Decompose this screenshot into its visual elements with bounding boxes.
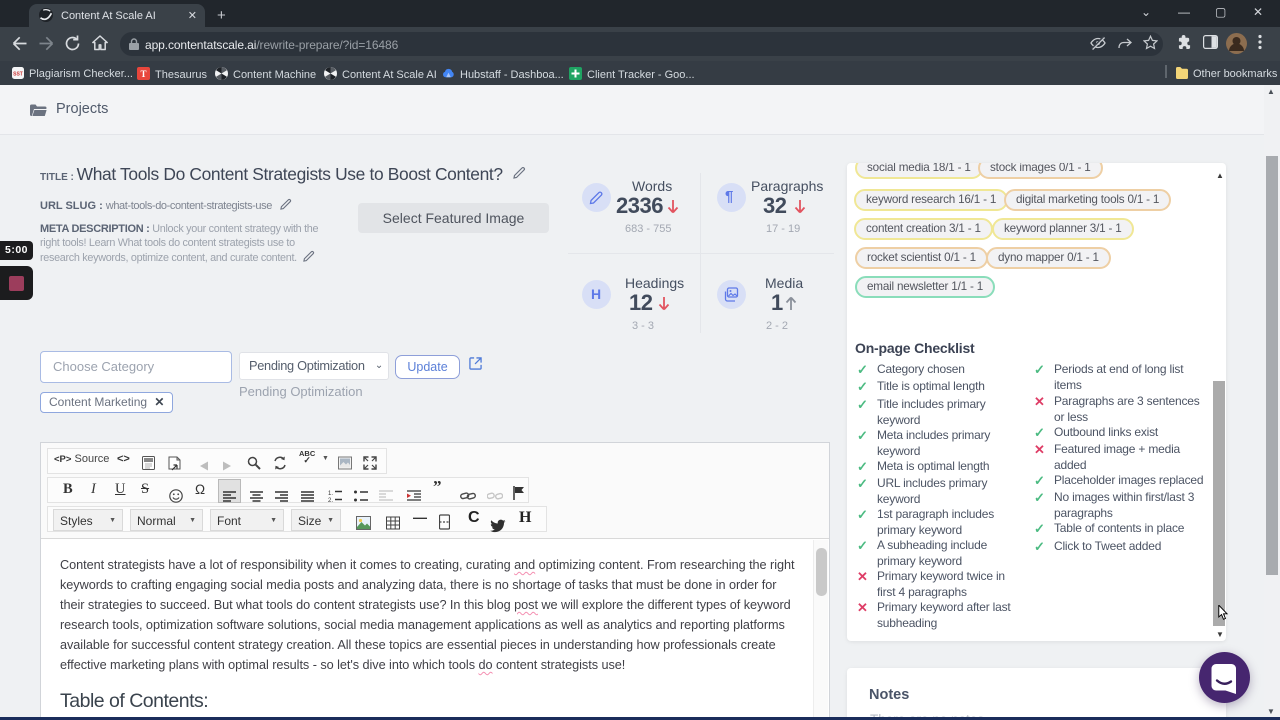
svg-text:T: T [140,69,146,79]
svg-text:2.: 2. [328,498,333,504]
svg-text:1.: 1. [328,491,333,497]
svg-text:SST: SST [13,72,23,78]
